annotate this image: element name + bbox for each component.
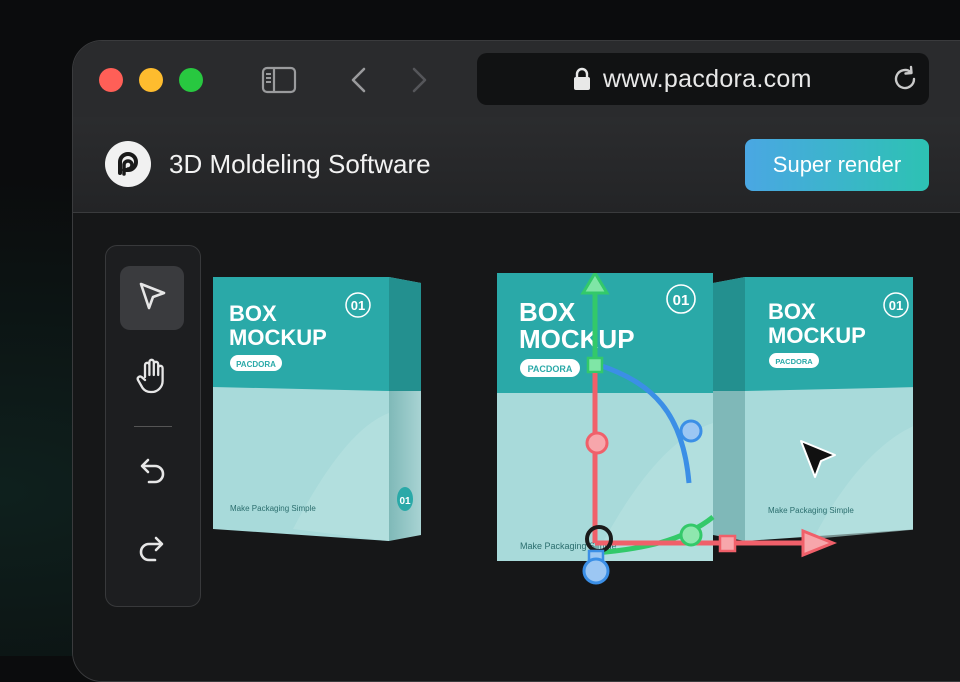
right-box-title-1: BOX: [768, 299, 816, 324]
right-box[interactable]: BOX MOCKUP PACDORA 01 Make Packaging Sim…: [713, 277, 913, 541]
right-box-badge: PACDORA: [775, 357, 813, 366]
redo-icon: [135, 533, 169, 572]
blue-rotate-handle: [679, 419, 703, 443]
x-scale-handle: [718, 534, 737, 553]
pan-tool-button[interactable]: [120, 346, 184, 410]
close-window-button[interactable]: [99, 68, 123, 92]
green-rotate-handle: [679, 523, 703, 547]
left-box-title-2: MOCKUP: [229, 325, 327, 350]
maximize-window-button[interactable]: [179, 68, 203, 92]
tool-panel: [105, 245, 201, 607]
app-header: 3D Moldeling Software Super render: [73, 117, 960, 213]
right-box-tagline: Make Packaging Simple: [768, 506, 854, 515]
url-text: www.pacdora.com: [603, 65, 812, 93]
back-arrow-icon[interactable]: [341, 63, 377, 97]
y-scale-handle: [586, 356, 604, 374]
center-box-title-2: MOCKUP: [519, 324, 635, 354]
z-move-handle: [582, 557, 610, 585]
super-render-button[interactable]: Super render: [745, 139, 929, 191]
left-box-number: 01: [351, 298, 365, 313]
toolbar-divider: [134, 426, 172, 427]
undo-icon: [135, 455, 169, 494]
center-box-number: 01: [673, 292, 690, 309]
box-mockup-scene[interactable]: BOX MOCKUP PACDORA 01 01 Make Packaging …: [213, 273, 913, 633]
minimize-window-button[interactable]: [139, 68, 163, 92]
redo-button[interactable]: [120, 520, 184, 584]
select-tool-button[interactable]: [120, 266, 184, 330]
canvas-workspace[interactable]: BOX MOCKUP PACDORA 01 01 Make Packaging …: [73, 213, 960, 681]
address-bar[interactable]: www.pacdora.com: [477, 53, 929, 105]
left-box-tagline: Make Packaging Simple: [230, 504, 316, 513]
left-box-badge: PACDORA: [236, 360, 276, 369]
center-box-badge: PACDORA: [528, 364, 573, 374]
app-title: 3D Moldeling Software: [169, 149, 431, 179]
right-box-title-2: MOCKUP: [768, 323, 866, 348]
red-rotate-handle: [585, 431, 609, 455]
left-box-title-1: BOX: [229, 301, 277, 326]
undo-button[interactable]: [120, 442, 184, 506]
pacdora-logo-icon: [105, 141, 151, 187]
reload-icon[interactable]: [891, 65, 919, 98]
left-box-side-number: 01: [399, 496, 411, 507]
left-box[interactable]: BOX MOCKUP PACDORA 01 01 Make Packaging …: [213, 277, 421, 541]
sidebar-toggle-icon[interactable]: [261, 63, 297, 97]
browser-titlebar: www.pacdora.com: [73, 41, 960, 117]
center-box[interactable]: BOX MOCKUP PACDORA 01 Make Packaging Sim…: [497, 273, 713, 561]
lock-icon: [573, 67, 591, 96]
right-box-number: 01: [889, 298, 903, 313]
center-box-title-1: BOX: [519, 297, 576, 327]
hand-icon: [135, 357, 169, 400]
browser-window: www.pacdora.com 3D Moldeling Software Su…: [72, 40, 960, 682]
pointer-icon: [135, 279, 169, 318]
forward-arrow-icon[interactable]: [401, 63, 437, 97]
